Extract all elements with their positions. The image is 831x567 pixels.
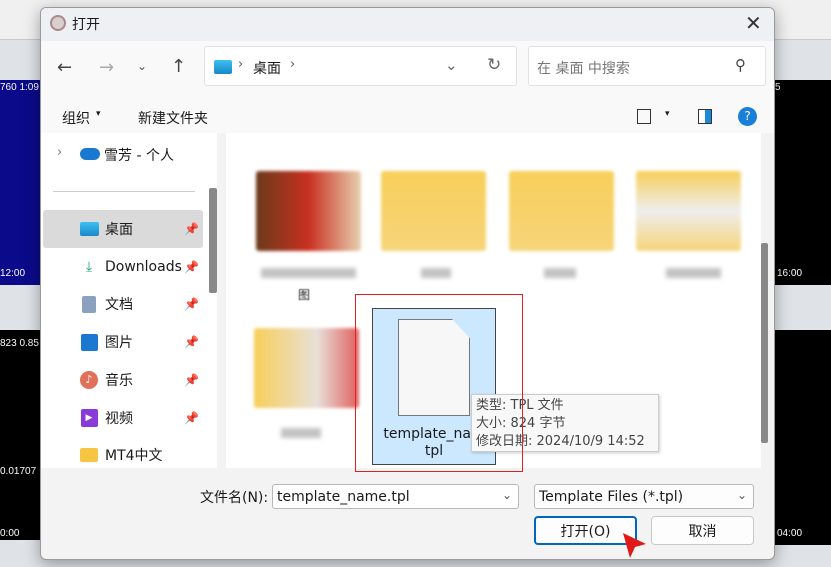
nav-item-label: 桌面 bbox=[105, 222, 133, 238]
title-bar: 打开 ✕ bbox=[41, 8, 774, 41]
refresh-icon[interactable]: ↻ bbox=[487, 55, 501, 75]
dropdown-arrow-icon[interactable]: ▾ bbox=[96, 109, 101, 119]
expand-icon[interactable]: › bbox=[57, 145, 62, 160]
nav-item-downloads[interactable]: ⤓ Downloads 📌 bbox=[43, 248, 203, 286]
folder-label bbox=[281, 428, 321, 438]
up-icon[interactable]: ↑ bbox=[171, 56, 186, 77]
music-icon: ♪ bbox=[79, 371, 99, 389]
time-label: 16:00 bbox=[777, 268, 803, 279]
view-dropdown-icon[interactable]: ▾ bbox=[665, 109, 670, 119]
open-button-label: 打开(O) bbox=[560, 523, 611, 540]
search-icon[interactable]: ⚲ bbox=[735, 56, 746, 74]
view-icon[interactable] bbox=[637, 109, 651, 124]
chevron-down-icon[interactable]: ⌄ bbox=[445, 56, 458, 74]
price-label: 823 0.85 bbox=[0, 338, 39, 349]
file-type-select[interactable]: Template Files (*.tpl) ⌄ bbox=[534, 484, 754, 509]
folder-item[interactable] bbox=[509, 171, 614, 251]
pin-icon: 📌 bbox=[184, 411, 199, 425]
price-label: 5 bbox=[775, 82, 781, 93]
filename-label: 文件名(N): bbox=[200, 490, 269, 506]
nav-item-label: 图片 bbox=[105, 335, 133, 351]
background-chart-right-top: 5 16:00 bbox=[775, 80, 831, 285]
download-icon: ⤓ bbox=[85, 259, 93, 275]
breadcrumb-desktop[interactable]: 桌面 bbox=[253, 58, 281, 78]
pin-icon: 📌 bbox=[184, 335, 199, 349]
background-chart-left-bottom: 823 0.85 0.01707 0:00 bbox=[0, 330, 40, 540]
app-icon bbox=[50, 15, 66, 31]
price-label: 0.01707 bbox=[0, 466, 37, 477]
nav-item-music[interactable]: ♪ 音乐 📌 bbox=[43, 361, 203, 399]
nav-item-label: 文档 bbox=[105, 297, 133, 313]
time-label: 04:00 bbox=[777, 528, 803, 539]
pictures-icon bbox=[79, 333, 99, 351]
desktop-icon bbox=[214, 60, 232, 74]
onedrive-item[interactable]: 雪芳 - 个人 bbox=[104, 145, 174, 165]
nav-item-pictures[interactable]: 图片 📌 bbox=[43, 323, 203, 361]
nav-item-label: Downloads bbox=[105, 259, 182, 275]
red-arrow-cursor-icon bbox=[623, 533, 646, 558]
nav-item-videos[interactable]: ▶ 视频 📌 bbox=[43, 399, 203, 437]
nav-item-label: MT4中文 bbox=[105, 448, 163, 464]
cancel-button-label: 取消 bbox=[688, 523, 717, 540]
folder-item[interactable] bbox=[254, 328, 359, 408]
help-icon[interactable]: ? bbox=[738, 107, 757, 126]
nav-item-label: 音乐 bbox=[105, 373, 133, 389]
nav-item-desktop[interactable]: 桌面 📌 bbox=[43, 210, 203, 248]
folder-label bbox=[666, 268, 721, 278]
document-icon bbox=[79, 295, 99, 313]
price-label: 760 1:09 bbox=[0, 82, 39, 93]
desktop-icon bbox=[79, 220, 99, 238]
file-scrollbar[interactable] bbox=[761, 243, 768, 443]
nav-item-mt4[interactable]: MT4中文 bbox=[43, 436, 203, 474]
divider bbox=[53, 191, 195, 192]
open-file-dialog: 打开 ✕ ← → ⌄ ↑ › 桌面 › ⌄ ↻ 在 桌面 中搜索 ⚲ 组织 ▾ … bbox=[40, 7, 775, 560]
pin-icon: 📌 bbox=[184, 297, 199, 311]
nav-scrollbar[interactable] bbox=[209, 188, 217, 293]
nav-item-label: 视频 bbox=[105, 411, 133, 427]
forward-icon[interactable]: → bbox=[99, 57, 114, 78]
chevron-down-icon[interactable]: ⌄ bbox=[737, 488, 747, 502]
folder-label: 图 bbox=[298, 288, 311, 302]
onedrive-icon bbox=[80, 148, 100, 160]
file-type-value: Template Files (*.tpl) bbox=[539, 488, 684, 505]
time-label: 12:00 bbox=[0, 268, 26, 279]
organize-button[interactable]: 组织 bbox=[62, 108, 90, 128]
recent-locations-icon[interactable]: ⌄ bbox=[137, 59, 147, 73]
navigation-bar: ← → ⌄ ↑ › 桌面 › ⌄ ↻ 在 桌面 中搜索 ⚲ bbox=[41, 41, 774, 101]
filename-input[interactable]: template_name.tpl ⌄ bbox=[272, 484, 519, 509]
breadcrumb-separator-icon: › bbox=[238, 57, 244, 72]
cancel-button[interactable]: 取消 bbox=[651, 516, 754, 545]
folder-item[interactable] bbox=[381, 171, 486, 251]
command-bar: 组织 ▾ 新建文件夹 ▾ ? bbox=[41, 101, 774, 133]
background-chart-left-top: 760 1:09 12:00 bbox=[0, 80, 40, 285]
dialog-title: 打开 bbox=[72, 17, 100, 33]
folder-icon bbox=[79, 446, 99, 464]
video-icon: ▶ bbox=[79, 409, 99, 427]
highlight-box bbox=[355, 294, 523, 472]
back-icon[interactable]: ← bbox=[57, 57, 72, 78]
close-icon[interactable]: ✕ bbox=[745, 11, 762, 35]
folder-label bbox=[544, 268, 576, 278]
folder-label bbox=[421, 268, 451, 278]
chevron-right-icon[interactable]: › bbox=[290, 57, 295, 72]
time-label: 0:00 bbox=[0, 528, 20, 539]
preview-pane-icon[interactable] bbox=[698, 109, 712, 124]
folder-label bbox=[261, 268, 356, 278]
file-list: 图 template_nam tpl 类型: TPL 文件 大小: 824 字节 … bbox=[226, 133, 761, 472]
filename-value: template_name.tpl bbox=[277, 488, 410, 505]
nav-item-documents[interactable]: 文档 📌 bbox=[43, 285, 203, 323]
chevron-down-icon[interactable]: ⌄ bbox=[502, 488, 512, 502]
search-placeholder: 在 桌面 中搜索 bbox=[537, 61, 630, 77]
navigation-pane: › 雪芳 - 个人 桌面 📌 ⤓ Downloads 📌 文档 📌 图片 📌 ♪ 音乐 📌 ▶… bbox=[41, 133, 217, 468]
background-chart-right-bottom: 04:00 bbox=[775, 330, 831, 545]
new-folder-button[interactable]: 新建文件夹 bbox=[138, 108, 208, 128]
pin-icon: 📌 bbox=[184, 260, 199, 274]
search-input[interactable]: 在 桌面 中搜索 ⚲ bbox=[528, 46, 766, 86]
pin-icon: 📌 bbox=[184, 222, 199, 236]
address-bar[interactable]: › 桌面 › ⌄ ↻ bbox=[204, 46, 517, 86]
pin-icon: 📌 bbox=[184, 373, 199, 387]
folder-item[interactable] bbox=[256, 171, 361, 251]
folder-item[interactable] bbox=[636, 171, 741, 251]
